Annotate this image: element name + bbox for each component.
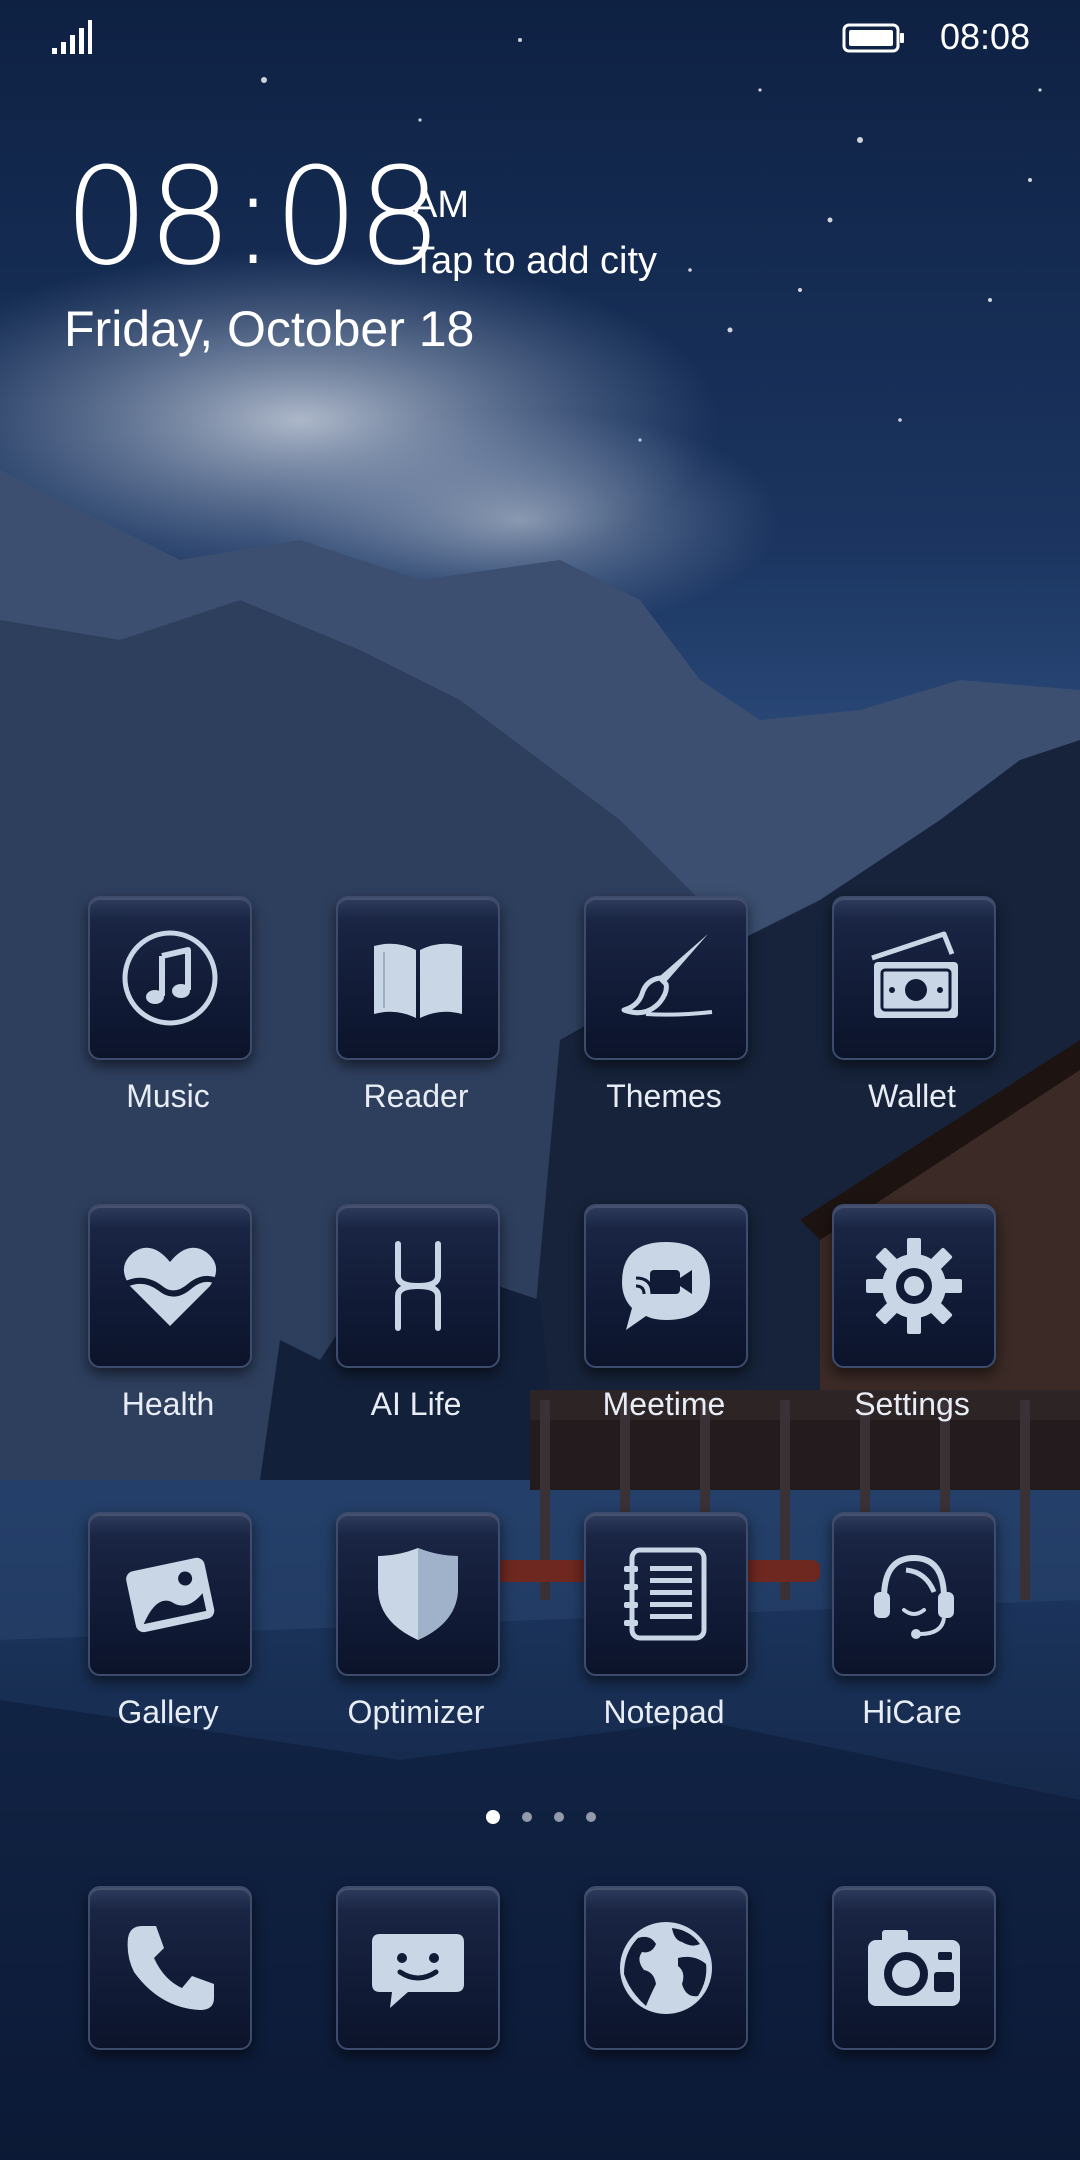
photo-icon (126, 1557, 215, 1633)
app-tile[interactable] (336, 1204, 500, 1368)
app-tile[interactable] (584, 896, 748, 1060)
shield-icon (378, 1548, 458, 1640)
app-label: Health (121, 1386, 215, 1422)
app-tile[interactable] (88, 896, 252, 1060)
app-tile[interactable] (336, 1512, 500, 1676)
app-tile[interactable] (584, 1204, 748, 1368)
music-note-icon (122, 930, 218, 1026)
page-dot-4[interactable] (586, 1812, 596, 1822)
page-dot-3[interactable] (554, 1812, 564, 1822)
camera-icon (868, 1930, 960, 2006)
app-tile[interactable] (336, 1886, 500, 2050)
app-tile[interactable] (88, 1204, 252, 1368)
app-label: Settings (854, 1386, 970, 1422)
app-label: AI Life (370, 1386, 462, 1422)
paintbrush-icon (621, 934, 713, 1017)
app-tile[interactable] (832, 1512, 996, 1676)
app-label: Wallet (868, 1078, 956, 1114)
app-label: Notepad (603, 1694, 725, 1730)
app-tile[interactable] (832, 1204, 996, 1368)
phone-icon (127, 1926, 214, 2010)
video-chat-icon (622, 1242, 710, 1330)
headset-icon (874, 1554, 954, 1639)
app-tile[interactable] (584, 1512, 748, 1676)
app-label: HiCare (862, 1694, 962, 1730)
browser-globe-icon (620, 1922, 712, 2014)
heart-icon (123, 1247, 217, 1326)
page-dot-1[interactable] (486, 1810, 500, 1824)
page-dot-2[interactable] (522, 1812, 532, 1822)
wallet-cash-icon (871, 931, 958, 1018)
open-book-icon (374, 943, 462, 1018)
app-tile[interactable] (336, 896, 500, 1060)
app-grid: Music Reader Themes Wallet Health AI Lif… (0, 0, 1080, 2160)
app-tile[interactable] (832, 1886, 996, 2050)
gear-icon (866, 1238, 962, 1334)
app-label: Themes (606, 1078, 722, 1114)
dock (0, 1880, 1080, 2060)
app-tile[interactable] (88, 1886, 252, 2050)
app-tile[interactable] (832, 896, 996, 1060)
app-tile[interactable] (88, 1512, 252, 1676)
app-label: Meetime (602, 1386, 726, 1422)
ai-life-icon (395, 1241, 441, 1331)
app-label: Optimizer (347, 1694, 485, 1730)
notepad-icon (624, 1547, 707, 1641)
page-indicator[interactable] (480, 1806, 610, 1830)
app-label: Music (126, 1078, 210, 1114)
app-tile[interactable] (584, 1886, 748, 2050)
app-label: Gallery (117, 1694, 219, 1730)
message-icon (372, 1934, 464, 2008)
app-label: Reader (363, 1078, 469, 1114)
